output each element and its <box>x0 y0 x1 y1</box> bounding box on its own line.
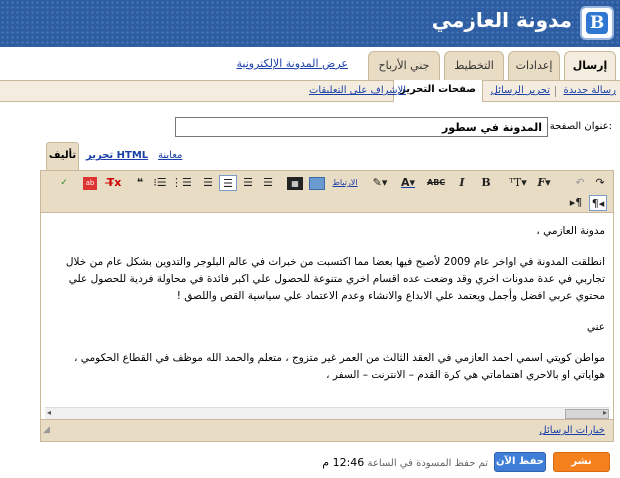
publish-button[interactable]: نشر الصفحة <box>553 452 610 478</box>
font-size-icon[interactable]: ᵀT▾ <box>507 175 529 191</box>
editor-toolbar: ↷ ↶ F▾ ᵀT▾ B I ABC A▾ ✎▾ الارتباط ▦ ☰ ☰ … <box>41 171 613 213</box>
scroll-right-icon[interactable]: ▸ <box>603 408 607 417</box>
text-color-icon[interactable]: A▾ <box>399 175 417 191</box>
numbered-list-icon[interactable]: ⋮☰ <box>171 175 192 191</box>
horizontal-scrollbar[interactable]: ◂ ▸ <box>45 407 609 419</box>
insert-jump-break-icon[interactable]: ab <box>83 177 97 190</box>
link-button[interactable]: الارتباط <box>331 175 359 191</box>
remove-formatting-icon[interactable]: T̶x <box>105 175 123 191</box>
post-editor: ↷ ↶ F▾ ᵀT▾ B I ABC A▾ ✎▾ الارتباط ▦ ☰ ☰ … <box>40 170 614 442</box>
save-now-button[interactable]: حفظ الآن <box>494 452 546 472</box>
highlight-color-icon[interactable]: ✎▾ <box>371 175 389 191</box>
post-title-label: عنوان الصفحة: <box>549 121 612 132</box>
subtab-edit-pages[interactable]: صفحات التحرير <box>392 80 483 102</box>
save-status-time: 12:46 م <box>322 456 365 469</box>
blogger-logo-icon[interactable]: B <box>580 6 614 40</box>
tab-compose[interactable]: تأليف <box>46 142 79 170</box>
tab-publish[interactable]: إرسال <box>564 51 616 81</box>
post-title-input[interactable] <box>175 117 548 137</box>
tab-preview[interactable]: معاينة <box>158 150 182 161</box>
tab-edit-html[interactable]: تحرير HTML <box>86 150 148 161</box>
subtab-divider <box>555 86 556 97</box>
save-status: تم حفظ المسودة في الساعة 12:46 م <box>322 456 488 469</box>
post-paragraph: عني <box>586 321 605 333</box>
view-blog-link[interactable]: عرض المدونة الإلكترونية <box>237 57 348 70</box>
post-paragraph: مواطن كويتي اسمي احمد العازمي في العقد ا… <box>74 352 605 381</box>
undo-icon[interactable]: ↶ <box>571 175 589 191</box>
save-status-text: تم حفظ المسودة في الساعة <box>367 458 488 469</box>
redo-icon[interactable]: ↷ <box>591 175 609 191</box>
subtab-new-post[interactable]: رسالة جديدة <box>563 85 616 96</box>
spellcheck-icon[interactable]: ✓ <box>55 175 73 191</box>
tab-settings[interactable]: إعدادات <box>508 51 560 80</box>
video-icon[interactable]: ▦ <box>287 177 303 190</box>
subtab-moderate-comments[interactable]: الإشراف على التعليقات <box>309 85 406 96</box>
tab-earn[interactable]: جني الأرباح <box>368 51 440 80</box>
post-options-link[interactable]: خيارات الرسائل <box>539 425 605 436</box>
ltr-direction-icon[interactable]: ▸¶ <box>567 195 585 211</box>
main-tabs: إرسال إعدادات التخطيط جني الأرباح عرض ال… <box>0 47 620 81</box>
blog-header: B مدونة العازمي <box>0 0 620 47</box>
rtl-direction-icon[interactable]: ¶◂ <box>589 195 607 211</box>
align-center-icon[interactable]: ☰ <box>239 175 257 191</box>
strikethrough-icon[interactable]: ABC <box>427 175 445 191</box>
blog-title: مدونة العازمي <box>431 8 572 32</box>
align-left-icon[interactable]: ☰ <box>259 175 277 191</box>
blockquote-icon[interactable]: ❝ <box>131 175 149 191</box>
align-right-icon[interactable]: ☰ <box>219 175 237 191</box>
bold-icon[interactable]: B <box>477 175 495 191</box>
logo-letter: B <box>586 12 608 34</box>
italic-icon[interactable]: I <box>453 175 471 191</box>
tab-layout[interactable]: التخطيط <box>444 51 504 80</box>
post-body[interactable]: مدونة العازمي ، انطلقت المدونة في اواخر … <box>41 213 613 407</box>
subtabs-bar: رسالة جديدة تحرير الرسائل صفحات التحرير … <box>0 80 620 102</box>
justify-icon[interactable]: ☰ <box>199 175 217 191</box>
font-family-icon[interactable]: F▾ <box>535 175 553 191</box>
post-paragraph: مدونة العازمي ، <box>536 225 605 237</box>
post-paragraph: انطلقت المدونة في اواخر عام 2009 لأصبح ف… <box>65 256 605 302</box>
subtab-edit-posts[interactable]: تحرير الرسائل <box>491 85 550 96</box>
scroll-left-icon[interactable]: ◂ <box>47 408 51 417</box>
post-options-bar: ◢ خيارات الرسائل <box>41 419 613 441</box>
image-icon[interactable] <box>309 177 325 190</box>
resize-grip-icon[interactable]: ◢ <box>43 425 50 435</box>
bullet-list-icon[interactable]: ⁝☰ <box>151 175 169 191</box>
